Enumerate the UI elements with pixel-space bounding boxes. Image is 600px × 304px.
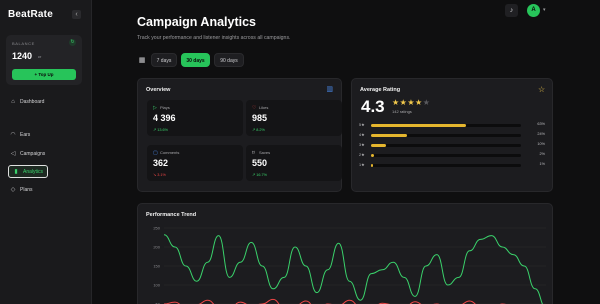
stat-likes: ♡ Likes 985 ↗ 8.2% <box>246 100 342 136</box>
y-tick-label: 200 <box>153 245 160 250</box>
rating-row-label: 5★ <box>359 123 365 127</box>
comment-icon: ▢ <box>153 150 158 156</box>
rating-row-fill <box>371 143 386 147</box>
rating-row-label: 3★ <box>359 143 365 147</box>
rating-row-track <box>371 153 521 157</box>
megaphone-icon: ◁ <box>10 151 16 157</box>
stat-saves: ⌑ Saves 550 ↗ 16.7% <box>246 145 342 181</box>
overview-title: Overview <box>146 87 171 93</box>
overview-card: Overview ▥ ▷ Plays 4 396 ↗ 13.6% ♡ Likes… <box>137 78 342 192</box>
rating-row: 1★ 1% <box>359 162 549 168</box>
rating-row-percent: 1% <box>539 162 546 166</box>
home-icon: ⌂ <box>11 99 15 105</box>
sidebar-item-campaigns[interactable]: ◁ Campaigns <box>10 148 46 160</box>
star-icon: ☆ <box>538 85 546 94</box>
rating-row-fill <box>371 153 374 157</box>
rating-row-track <box>371 123 521 127</box>
rating-row: 4★ 24% <box>359 132 549 138</box>
rating-row-fill <box>371 123 466 127</box>
stat-change: ↘ 3.1% <box>153 173 166 177</box>
rating-row-label: 4★ <box>359 133 365 137</box>
balance-label: BALANCE <box>12 41 35 46</box>
stat-value: 4 396 <box>153 113 176 123</box>
sidebar-item-label: Dashboard <box>20 99 45 105</box>
sidebar-item-analytics[interactable]: ▮ Analytics <box>8 165 49 178</box>
rating-row: 3★ 10% <box>359 142 549 148</box>
y-tick-label: 100 <box>153 283 160 288</box>
stat-label: Comments <box>160 150 180 155</box>
rating-row: 5★ 63% <box>359 122 549 128</box>
sidebar-item-plans[interactable]: ◇ Plans <box>10 184 33 196</box>
calendar-icon: ▦ <box>138 57 146 64</box>
y-tick-label: 250 <box>153 226 160 231</box>
rating-row-fill <box>371 133 407 137</box>
rating-title: Average Rating <box>360 87 401 93</box>
headphones-icon: ◠ <box>10 132 16 138</box>
stat-plays: ▷ Plays 4 396 ↗ 13.6% <box>147 100 243 136</box>
stat-value: 362 <box>153 158 169 168</box>
bell-icon[interactable]: ♪ <box>505 4 518 17</box>
rating-row-track <box>371 163 521 167</box>
brand-logo[interactable]: BeatRate <box>8 9 53 20</box>
rating-stars: ★★★★★ <box>392 98 431 107</box>
stat-label: Plays <box>160 105 170 110</box>
balance-card: BALANCE ↻ 1240 cr + Top Up <box>6 35 82 85</box>
rating-row-percent: 24% <box>537 132 545 136</box>
rating-count: 142 ratings <box>392 109 412 114</box>
chart-icon: ▮ <box>14 168 18 175</box>
avatar[interactable]: A <box>527 4 540 17</box>
range-7-days-button[interactable]: 7 days <box>151 53 177 67</box>
stat-value: 550 <box>252 158 268 168</box>
sidebar-item-dashboard[interactable]: ⌂ Dashboard <box>10 96 44 108</box>
range-30-days-button[interactable]: 30 days <box>181 53 210 67</box>
stat-change: ↗ 8.2% <box>252 128 265 132</box>
rating-row: 2★ 2% <box>359 152 549 158</box>
series-plays-line <box>163 234 543 304</box>
layers-icon: ◇ <box>10 187 16 193</box>
rating-row-track <box>371 133 521 137</box>
chevron-down-icon[interactable]: ▾ <box>543 7 546 13</box>
rating-row-percent: 10% <box>537 142 545 146</box>
stat-value: 985 <box>252 113 268 123</box>
stat-change: ↗ 13.6% <box>153 128 169 132</box>
trend-chart: 25020015010050 <box>153 226 546 304</box>
refresh-icon[interactable]: ↻ <box>69 39 76 46</box>
stat-label: Likes <box>259 105 269 110</box>
sidebar-item-label: Ears <box>20 132 31 138</box>
rating-row-percent: 2% <box>539 152 546 156</box>
bookmark-icon: ⌑ <box>252 150 255 156</box>
sidebar: BeatRate ‹ BALANCE ↻ 1240 cr + Top Up ⌂ … <box>0 0 92 304</box>
collapse-sidebar-button[interactable]: ‹ <box>72 10 81 19</box>
sidebar-item-label: Plans <box>20 187 33 193</box>
rating-row-label: 1★ <box>359 163 365 167</box>
balance-unit: cr <box>38 54 42 59</box>
page-title: Campaign Analytics <box>137 15 257 29</box>
balance-value: 1240 <box>12 51 33 61</box>
rating-value: 4.3 <box>361 97 385 116</box>
rating-row-fill <box>371 163 373 167</box>
sidebar-item-label: Analytics <box>23 168 44 175</box>
y-tick-label: 150 <box>153 264 160 269</box>
rating-row-track <box>371 143 521 147</box>
sidebar-item-label: Campaigns <box>20 151 46 157</box>
play-icon: ▷ <box>153 105 157 111</box>
rating-row-percent: 63% <box>537 122 545 126</box>
stat-comments: ▢ Comments 362 ↘ 3.1% <box>147 145 243 181</box>
rating-row-label: 2★ <box>359 153 365 157</box>
performance-trend-card: Performance Trend 250 200 150 100 50 <box>137 203 553 304</box>
heart-icon: ♡ <box>252 105 257 111</box>
sidebar-item-ears[interactable]: ◠ Ears <box>10 129 30 141</box>
stat-label: Saves <box>259 150 271 155</box>
range-90-days-button[interactable]: 90 days <box>214 53 244 67</box>
stat-change: ↗ 16.7% <box>252 173 268 177</box>
top-up-button[interactable]: + Top Up <box>12 69 76 80</box>
page-subtitle: Track your performance and listener insi… <box>137 35 291 41</box>
series-likes-line <box>163 298 507 304</box>
bar-chart-icon[interactable]: ▥ <box>326 85 333 93</box>
